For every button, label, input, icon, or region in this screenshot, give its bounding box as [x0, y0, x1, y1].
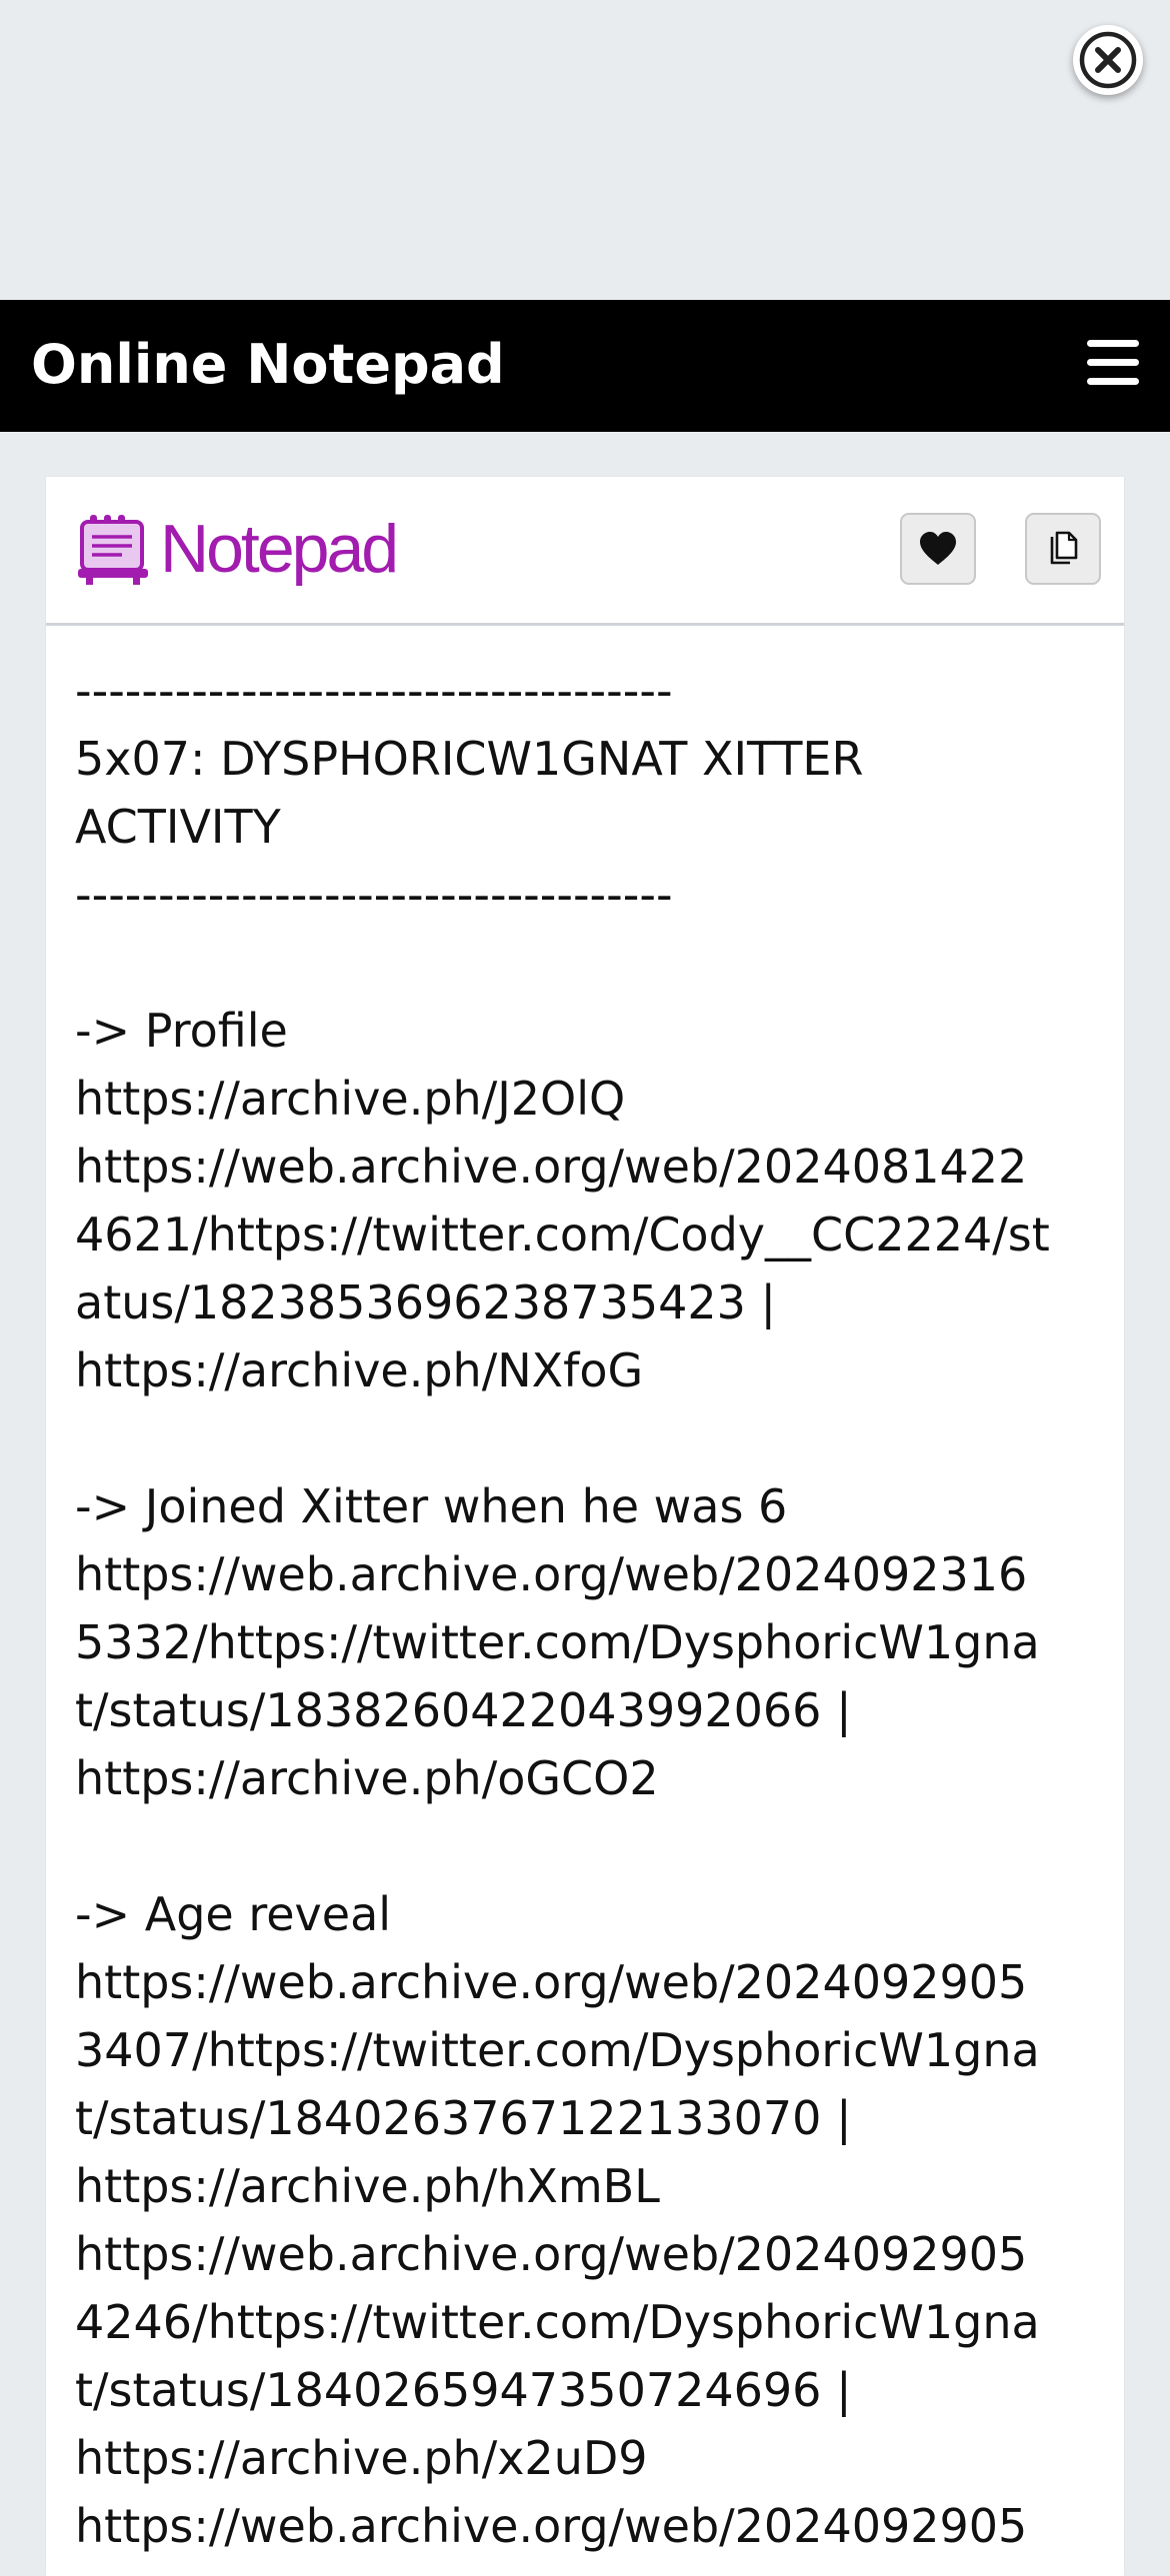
note-line: t/status/1838260422043992066 |	[75, 1683, 852, 1737]
note-line: https://web.archive.org/web/2024092316	[75, 1547, 1028, 1601]
note-textarea[interactable]: ------------------------------------ 5x07…	[75, 657, 1105, 2560]
close-x-icon	[1079, 31, 1137, 89]
note-line: https://archive.ph/x2uD9	[75, 2431, 648, 2485]
favorite-button[interactable]	[900, 513, 976, 585]
logo-text: Notepad	[160, 511, 399, 587]
site-title[interactable]: Online Notepad	[31, 332, 505, 398]
notepad-logo-icon	[78, 515, 148, 585]
note-line: 4246/https://twitter.com/DysphoricW1gna	[75, 2295, 1040, 2349]
note-line: -> Profile	[75, 1004, 288, 1058]
hamburger-menu-icon[interactable]	[1084, 338, 1144, 388]
note-line: t/status/1840265947350724696 |	[75, 2363, 852, 2417]
note-line: https://archive.ph/J2OlQ	[75, 1072, 626, 1126]
note-line	[75, 1404, 1105, 1472]
note-line: 4621/https://twitter.com/Cody__CC2224/st	[75, 1208, 1050, 1262]
note-line: 3407/https://twitter.com/DysphoricW1gna	[75, 2023, 1040, 2077]
note-line: https://archive.ph/hXmBL	[75, 2159, 660, 2213]
note-line: ------------------------------------	[75, 664, 673, 718]
note-line: ------------------------------------	[75, 868, 673, 922]
close-button[interactable]	[1073, 25, 1143, 95]
note-line: 5332/https://twitter.com/DysphoricW1gna	[75, 1615, 1040, 1669]
note-line: https://web.archive.org/web/2024081422	[75, 1140, 1028, 1194]
note-line: 5x07: DYSPHORICW1GNAT XITTER	[75, 732, 864, 786]
note-line: atus/1823853696238735423 |	[75, 1276, 777, 1329]
card-header: Notepad	[46, 477, 1124, 626]
note-line: -> Joined Xitter when he was 6	[75, 1479, 788, 1533]
note-line: https://web.archive.org/web/2024092905	[75, 1955, 1028, 2009]
heart-icon	[920, 532, 956, 565]
navbar: Online Notepad	[0, 300, 1170, 432]
note-line: t/status/1840263767122133070 |	[75, 2091, 852, 2145]
notepad-logo[interactable]: Notepad	[76, 504, 399, 594]
note-line: https://web.archive.org/web/2024092905	[75, 2227, 1028, 2281]
note-line: https://archive.ph/NXfoG	[75, 1343, 644, 1397]
note-line: -> Age reveal	[75, 1887, 392, 1941]
note-line	[75, 929, 1105, 997]
copy-icon	[1050, 531, 1078, 565]
note-line: ACTIVITY	[75, 800, 281, 854]
note-line	[75, 1812, 1105, 1880]
copy-button[interactable]	[1025, 513, 1101, 585]
note-line: https://archive.ph/oGCO2	[75, 1751, 659, 1805]
note-line: https://web.archive.org/web/2024092905	[75, 2499, 1028, 2553]
notepad-card: Notepad --------------------------------…	[46, 477, 1124, 2576]
